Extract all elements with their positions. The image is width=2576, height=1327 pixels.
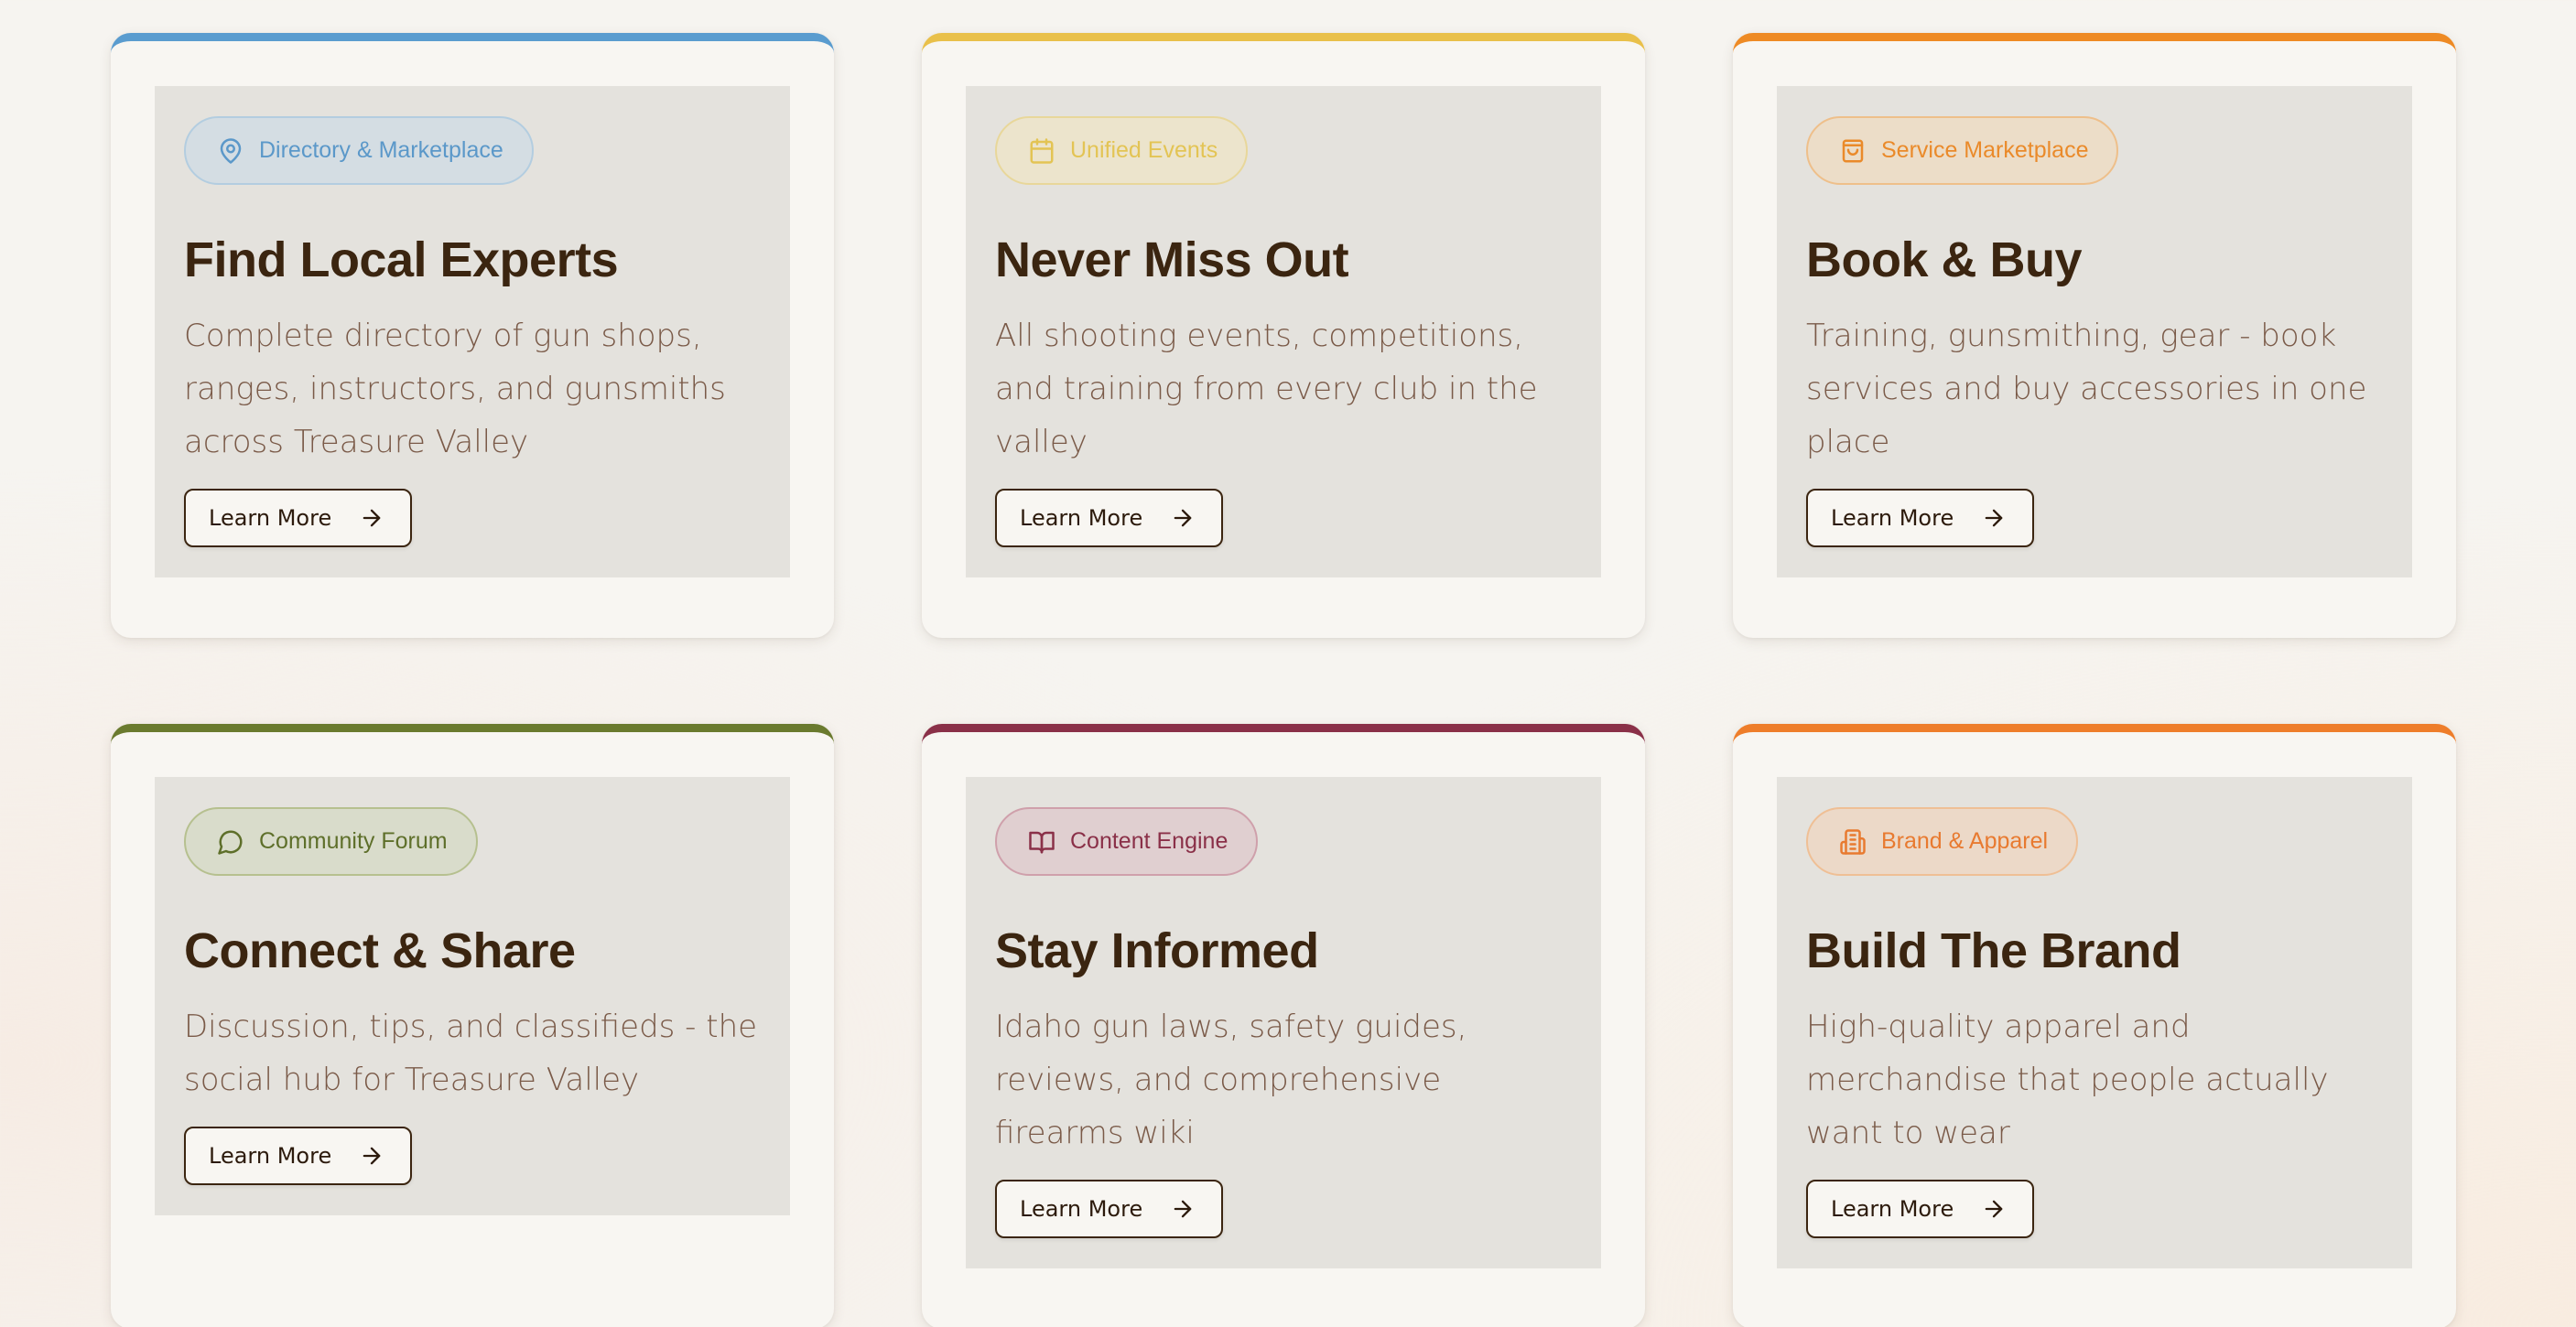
category-badge: Service Marketplace — [1806, 116, 2119, 185]
learn-more-button[interactable]: Learn More — [184, 489, 413, 547]
card-description: High-quality apparel and merchandise tha… — [1806, 1009, 2329, 1151]
learn-more-button[interactable]: Learn More — [184, 1127, 413, 1185]
arrow-right-icon — [1170, 505, 1196, 531]
category-badge: Unified Events — [995, 116, 1249, 185]
button-label: Learn More — [1831, 505, 1954, 531]
card-description: Complete directory of gun shops, ranges,… — [184, 318, 726, 460]
card-title: Connect & Share — [184, 923, 576, 978]
card-description: All shooting events, competitions, and t… — [995, 318, 1538, 460]
feature-card-forum: Community Forum Connect & Share Discussi… — [111, 724, 834, 1327]
feature-grid: Directory & Marketplace Find Local Exper… — [111, 33, 2456, 1327]
arrow-right-icon — [359, 1143, 384, 1169]
card-title: Never Miss Out — [995, 232, 1349, 287]
card-description: Idaho gun laws, safety guides, reviews, … — [995, 1009, 1467, 1151]
card-description: Discussion, tips, and classifieds - the … — [184, 1009, 758, 1098]
button-label: Learn More — [1831, 1196, 1954, 1222]
card-panel: Brand & Apparel Build The Brand High-qua… — [1777, 777, 2412, 1268]
arrow-right-icon — [1170, 1196, 1196, 1222]
category-badge: Content Engine — [995, 807, 1259, 876]
badge-label: Service Marketplace — [1881, 137, 2089, 163]
card-title: Build The Brand — [1806, 923, 2181, 978]
learn-more-button[interactable]: Learn More — [995, 1180, 1224, 1238]
open-book-icon — [1028, 828, 1055, 856]
card-panel: Content Engine Stay Informed Idaho gun l… — [966, 777, 1601, 1268]
card-panel: Unified Events Never Miss Out All shooti… — [966, 86, 1601, 577]
learn-more-button[interactable]: Learn More — [995, 489, 1224, 547]
category-badge: Directory & Marketplace — [184, 116, 534, 185]
learn-more-button[interactable]: Learn More — [1806, 1180, 2035, 1238]
button-label: Learn More — [209, 505, 332, 531]
arrow-right-icon — [359, 505, 384, 531]
badge-label: Directory & Marketplace — [259, 137, 503, 163]
button-label: Learn More — [1020, 1196, 1143, 1222]
feature-card-directory: Directory & Marketplace Find Local Exper… — [111, 33, 834, 638]
map-pin-icon — [217, 137, 244, 165]
badge-label: Brand & Apparel — [1881, 828, 2049, 854]
feature-card-content: Content Engine Stay Informed Idaho gun l… — [922, 724, 1645, 1327]
card-panel: Community Forum Connect & Share Discussi… — [155, 777, 790, 1215]
card-title: Find Local Experts — [184, 232, 619, 287]
badge-label: Community Forum — [259, 828, 448, 854]
calendar-icon — [1028, 137, 1055, 165]
card-panel: Service Marketplace Book & Buy Training,… — [1777, 86, 2412, 577]
shopping-bag-icon — [1839, 137, 1867, 165]
learn-more-button[interactable]: Learn More — [1806, 489, 2035, 547]
badge-label: Unified Events — [1070, 137, 1218, 163]
chat-bubble-icon — [217, 828, 244, 856]
feature-card-services: Service Marketplace Book & Buy Training,… — [1733, 33, 2456, 638]
button-label: Learn More — [209, 1143, 332, 1169]
card-description: Training, gunsmithing, gear - book servi… — [1806, 318, 2367, 460]
badge-label: Content Engine — [1070, 828, 1228, 854]
card-title: Book & Buy — [1806, 232, 2083, 287]
card-panel: Directory & Marketplace Find Local Exper… — [155, 86, 790, 577]
feature-card-events: Unified Events Never Miss Out All shooti… — [922, 33, 1645, 638]
button-label: Learn More — [1020, 505, 1143, 531]
card-title: Stay Informed — [995, 923, 1319, 978]
building-icon — [1839, 828, 1867, 856]
arrow-right-icon — [1981, 505, 2007, 531]
category-badge: Brand & Apparel — [1806, 807, 2079, 876]
category-badge: Community Forum — [184, 807, 478, 876]
arrow-right-icon — [1981, 1196, 2007, 1222]
feature-card-brand: Brand & Apparel Build The Brand High-qua… — [1733, 724, 2456, 1327]
